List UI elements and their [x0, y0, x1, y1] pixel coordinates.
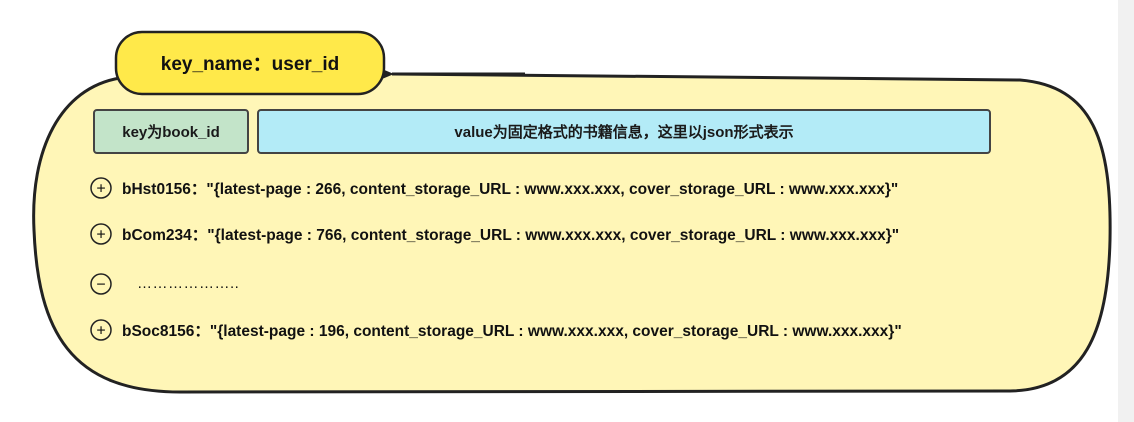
- key-header-label: key为book_id: [122, 123, 220, 141]
- key-header: key为book_id: [93, 109, 249, 154]
- value-header: value为固定格式的书籍信息，这里以json形式表示: [257, 109, 991, 154]
- hash-entry-row: + bCom234："{latest-page : 766, content_s…: [90, 223, 899, 245]
- row-symbol: −: [96, 277, 105, 294]
- ellipsis-text: ………………..: [137, 275, 239, 292]
- row-symbol: +: [96, 227, 105, 244]
- redis-hash-diagram: key_name：user_id key为book_id value为固定格式的…: [32, 30, 1112, 394]
- scrollbar-track: [1118, 0, 1134, 422]
- key-name-title: key_name：user_id: [161, 54, 340, 75]
- key-name-badge: key_name：user_id: [114, 30, 386, 96]
- row-symbol: +: [96, 181, 105, 198]
- row-symbol: +: [96, 323, 105, 340]
- hash-entry-text: bHst0156："{latest-page : 266, content_st…: [122, 181, 898, 198]
- hash-entry-text: bCom234："{latest-page : 766, content_sto…: [122, 227, 899, 244]
- hash-entry-text: bSoc8156："{latest-page : 196, content_st…: [122, 323, 902, 340]
- value-header-label: value为固定格式的书籍信息，这里以json形式表示: [454, 123, 793, 141]
- hash-entry-row: + bSoc8156："{latest-page : 196, content_…: [90, 319, 902, 341]
- hash-entry-row: + bHst0156："{latest-page : 266, content_…: [90, 177, 898, 199]
